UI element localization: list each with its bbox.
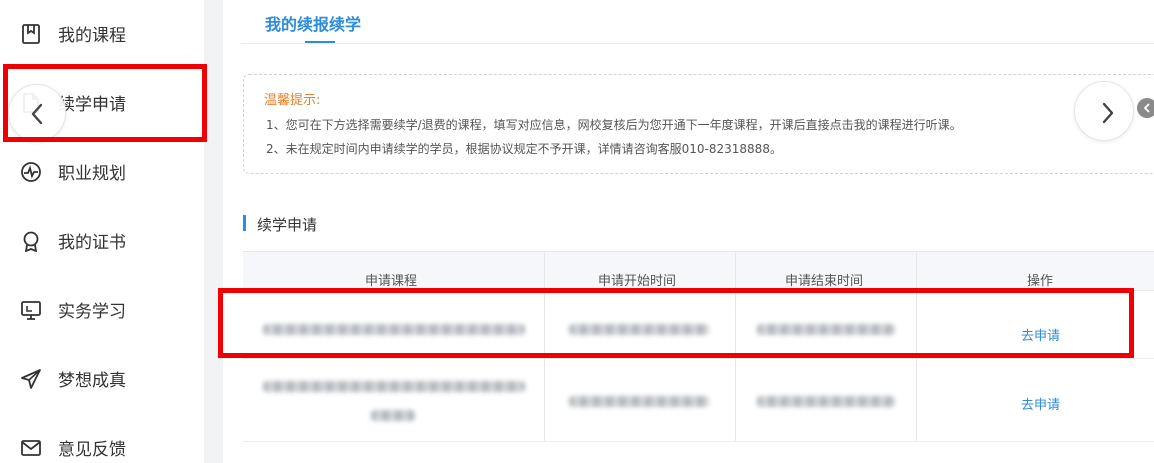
highlight-box-renewal [3,64,207,142]
monitor-icon [20,299,42,321]
bookmark-icon [20,23,42,45]
header-course: 申请课程 [365,274,418,289]
notice-box: 温馨提示: 1、您可在下方选择需要续学/退费的课程，填写对应信息，网校复核后为您… [243,74,1154,174]
tab-my-renewal[interactable]: 我的续报续学 [265,11,361,35]
chevron-left-icon [1143,103,1150,113]
sidebar-item-label: 我的课程 [58,26,126,46]
header-action: 操作 [1027,274,1054,289]
mail-icon [20,437,42,459]
sidebar-item-label: 梦想成真 [58,371,126,391]
pulse-icon [20,161,42,183]
sidebar-item-my-courses[interactable]: 我的课程 [0,8,204,58]
header-end-time: 申请结束时间 [785,274,864,289]
next-button[interactable] [1074,81,1134,141]
sidebar-item-certificates[interactable]: 我的证书 [0,215,204,265]
notice-line-2: 2、未在规定时间内申请续学的学员，根据协议规定不予开课，详情请咨询客服010-8… [266,142,782,156]
notice-line-1: 1、您可在下方选择需要续学/退费的课程，填写对应信息，网校复核后为您开通下一年度… [266,118,962,132]
sidebar-item-label: 我的证书 [58,233,126,253]
sidebar-item-dreams[interactable]: 梦想成真 [0,353,204,403]
section-title: 续学申请 [257,216,318,234]
chevron-right-icon [1102,102,1114,124]
sidebar-item-label: 实务学习 [58,302,126,322]
main-panel: 我的续报续学 温馨提示: 1、您可在下方选择需要续学/退费的课程，填写对应信息，… [223,0,1154,463]
course-name-redacted [263,381,525,392]
section-marker [243,215,246,231]
apply-link[interactable]: 去申请 [1021,394,1060,413]
sidebar-item-career-planning[interactable]: 职业规划 [0,146,204,196]
sidebar-item-label: 职业规划 [58,164,126,184]
notice-title: 温馨提示: [264,93,321,108]
header-start-time: 申请开始时间 [598,274,677,289]
paper-plane-icon [20,368,42,390]
sidebar-item-label: 意见反馈 [58,440,126,460]
course-name-redacted [371,410,415,421]
divider [241,43,1154,44]
table-header: 申请课程 申请开始时间 申请结束时间 操作 [243,251,1154,291]
scroll-button[interactable] [1137,98,1154,118]
highlight-box-first-row [218,288,1134,358]
start-time-redacted [569,396,709,407]
end-time-redacted [757,396,895,407]
table-row: 去申请 [243,359,1154,442]
sidebar-item-feedback[interactable]: 意见反馈 [0,422,204,463]
sidebar-item-practice-learning[interactable]: 实务学习 [0,284,204,334]
award-icon [20,230,42,252]
